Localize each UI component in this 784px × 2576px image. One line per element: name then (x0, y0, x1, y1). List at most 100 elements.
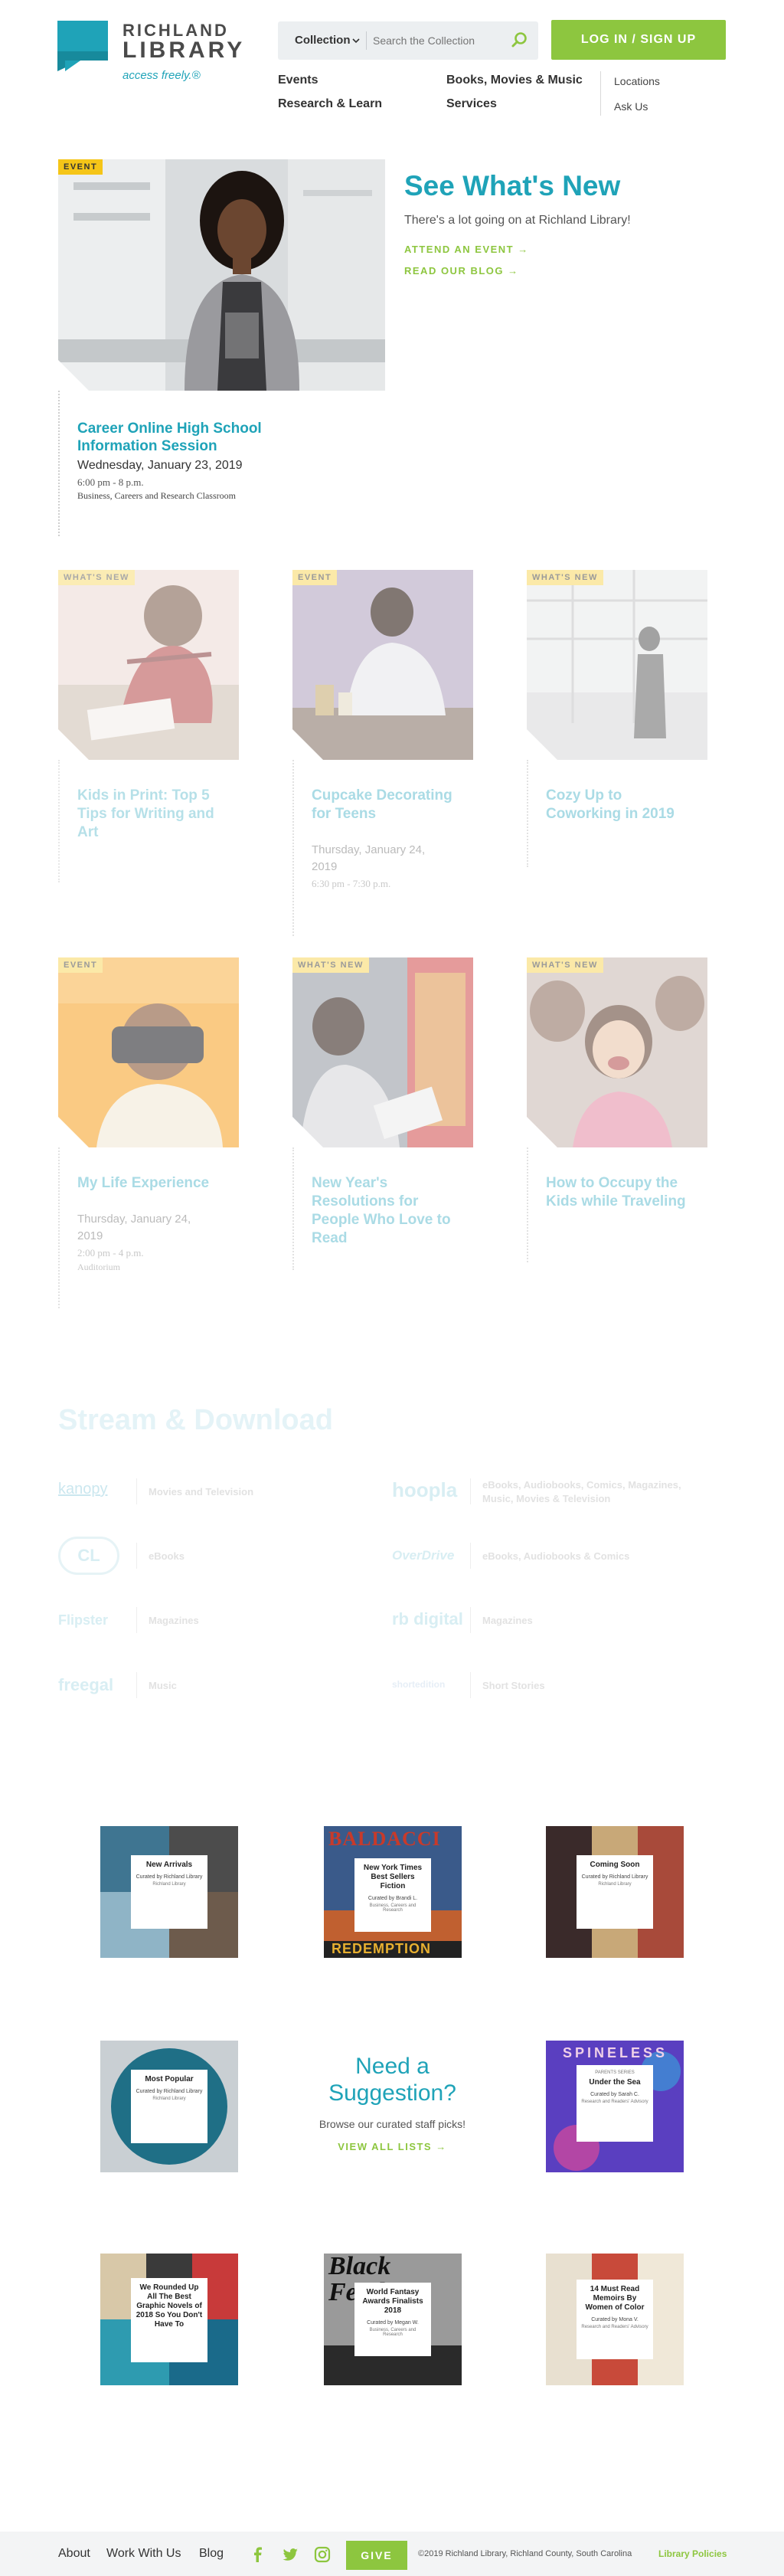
featured-event-image[interactable] (58, 159, 385, 391)
featured-divider (58, 391, 60, 536)
list-card: World Fantasy Awards Finalists 2018 Cura… (354, 2283, 431, 2356)
flipster-logo[interactable]: Flipster (58, 1612, 108, 1628)
library-policies-link[interactable]: Library Policies (658, 2548, 727, 2559)
list-card: We Rounded Up All The Best Graphic Novel… (131, 2278, 207, 2362)
card-title[interactable]: How to Occupy the Kids while Traveling (546, 1174, 699, 1211)
suggestion-heading: Need a Suggestion? (328, 2054, 456, 2106)
nav-services[interactable]: Services (446, 97, 497, 111)
chevron-down-icon[interactable] (352, 38, 360, 44)
card-badge: EVENT (292, 570, 338, 585)
kanopy-logo[interactable]: kanopy (58, 1481, 108, 1498)
list-tile[interactable]: Black Feathers World Fantasy Awards Fina… (324, 2254, 462, 2385)
list-cover-text: SPINELESS (563, 2045, 668, 2060)
content-card[interactable]: WHAT'S NEW New Year's Resolutions for Pe… (292, 957, 473, 1310)
service-divider (470, 1543, 471, 1569)
list-tile[interactable]: Coming Soon Curated by Richland Library … (546, 1826, 684, 1958)
card-badge: WHAT'S NEW (292, 957, 369, 973)
overdrive-logo[interactable]: OverDrive (392, 1548, 454, 1563)
facebook-icon[interactable] (250, 2546, 266, 2563)
site-footer: About Work With Us Blog GIVE ©2019 Richl… (0, 2532, 784, 2576)
instagram-icon[interactable] (314, 2546, 331, 2563)
card-badge: WHAT'S NEW (527, 570, 603, 585)
cl-logo[interactable]: CL (58, 1537, 119, 1575)
featured-event-time: 6:00 pm - 8 p.m. (77, 476, 144, 488)
nav-events[interactable]: Events (278, 74, 318, 87)
card-title[interactable]: New Year's Resolutions for People Who Lo… (312, 1174, 465, 1248)
search-button[interactable] (505, 26, 534, 55)
list-curator: Curated by Mona V. (591, 2317, 639, 2322)
list-title: World Fantasy Awards Finalists 2018 (362, 2288, 423, 2315)
list-group: Research and Readers' Advisory (581, 2325, 648, 2329)
list-tile[interactable]: SPINELESS PARENTS SERIES Under the Sea C… (546, 2041, 684, 2172)
card-title[interactable]: My Life Experience (77, 1174, 230, 1193)
card-title[interactable]: Cupcake Decorating for Teens (312, 787, 465, 823)
twitter-icon[interactable] (282, 2546, 299, 2563)
footer-blog-link[interactable]: Blog (199, 2547, 224, 2561)
list-title: 14 Must Read Memoirs By Women of Color (585, 2285, 645, 2312)
nav-locations[interactable]: Locations (614, 75, 660, 87)
list-group: Business, Careers and Research (369, 2328, 416, 2337)
view-all-lists-link[interactable]: VIEW ALL LISTS → (306, 2141, 479, 2152)
card-badge: EVENT (58, 957, 103, 973)
service-description: eBooks (149, 1550, 185, 1562)
logo-text-library[interactable]: LIBRARY (122, 38, 245, 64)
card-badge: WHAT'S NEW (527, 957, 603, 973)
content-card[interactable]: EVENT My Life Experience Thursday, Janua… (58, 957, 239, 1310)
content-card[interactable]: WHAT'S NEW Kids in Print: Top 5 Tips for… (58, 570, 239, 938)
featured-event-title[interactable]: Career Online High School Information Se… (77, 420, 307, 455)
content-card[interactable]: WHAT'S NEW How to Occupy the Kids while … (527, 957, 707, 1310)
service-description: Magazines (149, 1615, 199, 1626)
list-title: Coming Soon (590, 1861, 640, 1869)
search-input[interactable] (373, 31, 503, 51)
service-divider (136, 1543, 137, 1569)
shortedition-logo[interactable]: shortedition (392, 1679, 445, 1690)
suggestion-subtitle: Browse our curated staff picks! (318, 2118, 466, 2130)
card-image[interactable] (58, 957, 239, 1147)
list-tile[interactable]: We Rounded Up All The Best Graphic Novel… (100, 2254, 238, 2385)
list-tile[interactable]: Most Popular Curated by Richland Library… (100, 2041, 238, 2172)
list-card: PARENTS SERIES Under the Sea Curated by … (577, 2065, 653, 2142)
search-scope-select[interactable]: Collection (295, 34, 351, 47)
login-signup-button[interactable]: LOG IN / SIGN UP (551, 20, 726, 60)
card-title[interactable]: Kids in Print: Top 5 Tips for Writing an… (77, 787, 230, 842)
list-title: Under the Sea (589, 2078, 641, 2087)
card-image[interactable] (292, 957, 473, 1147)
card-image[interactable] (292, 570, 473, 760)
footer-work-with-us-link[interactable]: Work With Us (106, 2547, 181, 2561)
list-title: We Rounded Up All The Best Graphic Novel… (136, 2283, 203, 2329)
content-card[interactable]: EVENT Cupcake Decorating for Teens Thurs… (292, 570, 473, 938)
give-button[interactable]: GIVE (346, 2541, 407, 2570)
nav-ask-us[interactable]: Ask Us (614, 100, 648, 113)
footer-about-link[interactable]: About (58, 2547, 90, 2561)
list-tile[interactable]: 14 Must Read Memoirs By Women of Color C… (546, 2254, 684, 2385)
read-blog-link[interactable]: READ OUR BLOG → (404, 265, 519, 277)
attend-event-link[interactable]: ATTEND AN EVENT → (404, 244, 529, 255)
card-image[interactable] (527, 570, 707, 760)
card-time: 2:00 pm - 4 p.m. (77, 1247, 144, 1259)
list-card: Coming Soon Curated by Richland Library … (577, 1855, 653, 1929)
content-card[interactable]: WHAT'S NEW Cozy Up to Coworking in 2019 (527, 570, 707, 938)
list-title: New York Times Best Sellers Fiction (363, 1864, 423, 1890)
nav-research-learn[interactable]: Research & Learn (278, 97, 382, 111)
whats-new-heading: See What's New (404, 170, 621, 201)
hoopla-logo[interactable]: hoopla (392, 1478, 457, 1502)
nav-books-movies-music[interactable]: Books, Movies & Music (446, 74, 583, 87)
list-tile[interactable]: New Arrivals Curated by Richland Library… (100, 1826, 238, 1958)
library-logo-icon[interactable] (57, 21, 108, 71)
card-badge: WHAT'S NEW (58, 570, 135, 585)
service-divider (136, 1478, 137, 1504)
list-card: Most Popular Curated by Richland Library… (131, 2070, 207, 2143)
card-title[interactable]: Cozy Up to Coworking in 2019 (546, 787, 699, 823)
freegal-logo[interactable]: freegal (58, 1675, 113, 1695)
list-group: Richland Library (152, 1882, 186, 1887)
list-tile[interactable]: BALDACCI REDEMPTION New York Times Best … (324, 1826, 462, 1958)
list-group: Research and Readers' Advisory (581, 2100, 648, 2104)
service-divider (470, 1478, 471, 1504)
rbdigital-logo[interactable]: rb digital (392, 1609, 463, 1629)
card-image[interactable] (527, 957, 707, 1147)
list-cover-text: REDEMPTION (332, 1941, 432, 1956)
list-card: New York Times Best Sellers Fiction Cura… (354, 1858, 431, 1932)
featured-event-badge: EVENT (58, 159, 103, 175)
service-description: Music (149, 1680, 177, 1691)
card-image[interactable] (58, 570, 239, 760)
